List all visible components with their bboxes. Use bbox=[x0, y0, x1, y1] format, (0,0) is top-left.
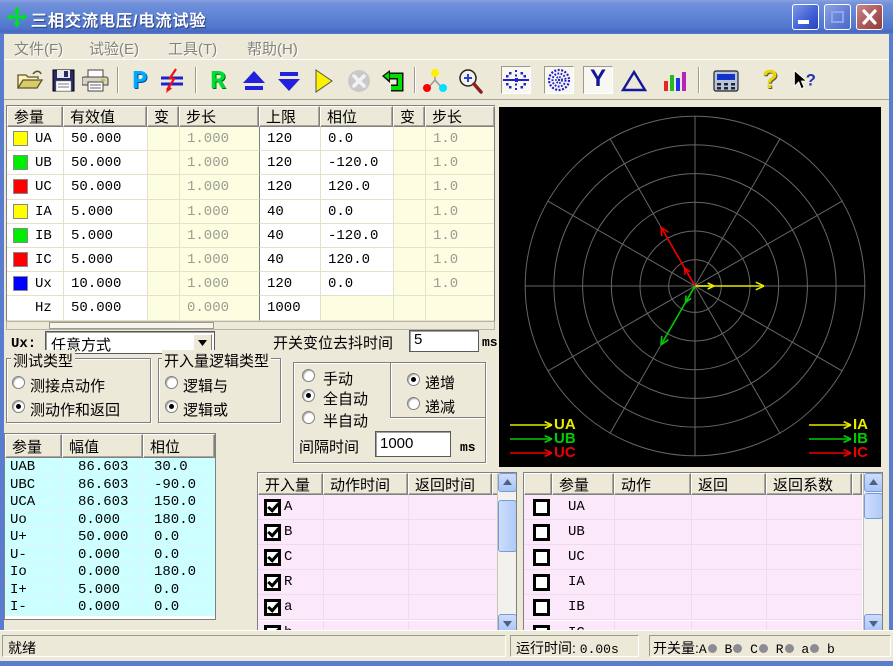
svg-text:UC: UC bbox=[554, 444, 576, 461]
svg-text:?: ? bbox=[806, 70, 816, 89]
svg-text:IC: IC bbox=[853, 444, 868, 461]
